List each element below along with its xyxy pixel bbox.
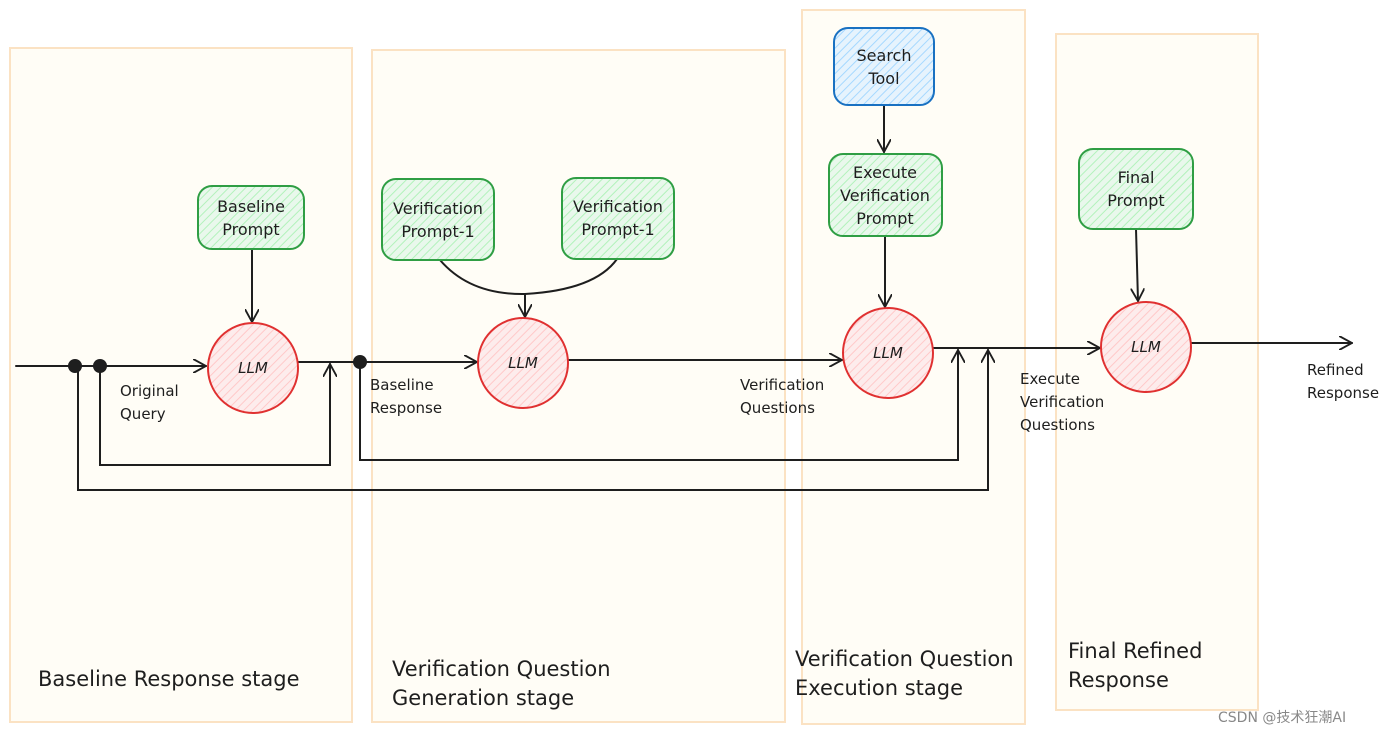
final-prompt-node: Final Prompt (1078, 148, 1194, 230)
stage-label-baseline: Baseline Response stage (38, 667, 300, 691)
stage-panel-baseline (9, 47, 353, 723)
watermark: CSDN @技术狂潮AI (1218, 710, 1346, 726)
junction-dot (353, 355, 367, 369)
verification-prompt-node: Verification Prompt-1 (561, 177, 675, 260)
svg-text:LLM: LLM (238, 359, 268, 377)
llm-node-question-execution: LLM (842, 307, 934, 399)
label-refined-response: Refined Response (1307, 361, 1379, 402)
llm-node-question-generation: LLM (477, 317, 569, 409)
svg-text:LLM: LLM (508, 354, 538, 372)
llm-node-baseline: LLM (207, 322, 299, 414)
junction-dot (68, 359, 82, 373)
search-tool-node: Search Tool (833, 27, 935, 106)
execute-verification-prompt-node: Execute Verification Prompt (828, 153, 943, 237)
junction-dot (93, 359, 107, 373)
verification-prompt-node: Verification Prompt-1 (381, 178, 495, 261)
llm-node-final: LLM (1100, 301, 1192, 393)
baseline-prompt-node: Baseline Prompt (197, 185, 305, 250)
svg-text:LLM: LLM (873, 344, 903, 362)
stage-panel-question-generation (371, 49, 786, 723)
svg-text:LLM: LLM (1131, 338, 1161, 356)
chain-of-verification-diagram: Baseline Response stage Verification Que… (9, 9, 1379, 726)
